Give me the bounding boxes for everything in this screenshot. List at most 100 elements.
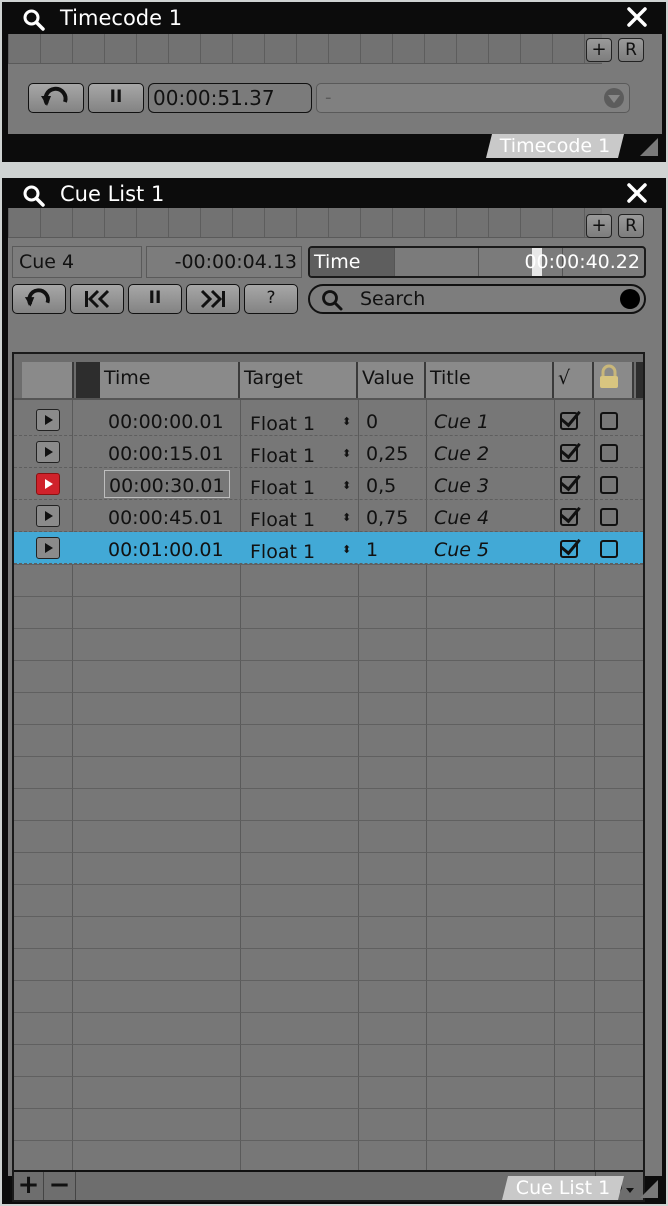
cue-target[interactable]: Float 1	[250, 406, 315, 438]
column-header-time[interactable]: Time	[100, 362, 240, 398]
table-row[interactable]: 00:00:45.01 Float 1 ⬍ 0,75 Cue 4	[14, 500, 643, 532]
cue-time[interactable]: 00:00:45.01	[108, 500, 224, 532]
enabled-checkbox[interactable]	[560, 476, 578, 494]
search-icon[interactable]	[22, 184, 46, 208]
cue-title[interactable]: Cue 2	[434, 436, 489, 468]
table-row[interactable]: 00:00:30.01 Float 1 ⬍ 0,5 Cue 3	[14, 468, 643, 500]
timecode-titlebar: Timecode 1	[2, 2, 666, 34]
lock-checkbox[interactable]	[600, 412, 618, 430]
stepper-icon[interactable]: ⬍	[342, 468, 351, 500]
rewind-icon	[24, 288, 50, 307]
cue-time[interactable]: 00:00:00.01	[108, 404, 224, 436]
pin-strip[interactable]	[8, 34, 602, 64]
cue-footer-tab[interactable]: Cue List 1	[502, 1176, 624, 1200]
column-header-lock[interactable]	[594, 362, 634, 398]
lock-checkbox[interactable]	[600, 444, 618, 462]
table-row-selected[interactable]: 00:01:00.01 Float 1 ⬍ 1 Cue 5	[14, 532, 643, 564]
add-pin-button[interactable]: +	[586, 214, 612, 238]
previous-cue-button[interactable]	[70, 284, 124, 314]
search-clear-icon[interactable]	[620, 289, 640, 309]
current-cue-label: Cue 4	[12, 246, 142, 278]
skip-back-icon	[85, 289, 110, 309]
enabled-checkbox[interactable]	[560, 540, 578, 558]
cue-value[interactable]: 0,5	[366, 468, 396, 500]
cue-target[interactable]: Float 1	[250, 534, 315, 566]
lock-checkbox[interactable]	[600, 540, 618, 558]
table-row[interactable]: 00:00:00.01 Float 1 ⬍ 0 Cue 1	[14, 404, 643, 436]
cue-title[interactable]: Cue 4	[434, 500, 489, 532]
stepper-icon[interactable]: ⬍	[342, 500, 351, 532]
column-header-handle[interactable]	[22, 362, 74, 398]
cue-target[interactable]: Float 1	[250, 438, 315, 470]
rewind-button[interactable]	[28, 83, 84, 113]
panel-title: Cue List 1	[60, 182, 165, 206]
pause-icon: II	[148, 288, 162, 308]
close-icon[interactable]	[626, 6, 648, 28]
column-header-target[interactable]: Target	[240, 362, 358, 398]
reset-button[interactable]: R	[618, 214, 644, 238]
cue-list-panel: Cue List 1 + R Cue 4 -00:00:04.13 Time 0…	[2, 178, 666, 1204]
cue-title[interactable]: Cue 1	[434, 404, 489, 436]
lock-checkbox[interactable]	[600, 476, 618, 494]
search-icon[interactable]	[22, 8, 46, 32]
stepper-icon[interactable]: ⬍	[342, 436, 351, 468]
play-cue-button-active[interactable]	[36, 473, 60, 495]
search-icon	[322, 290, 343, 311]
play-cue-button[interactable]	[36, 505, 60, 527]
cue-target[interactable]: Float 1	[250, 470, 315, 502]
skip-forward-icon	[200, 289, 225, 309]
timecode-source-select[interactable]: -	[316, 83, 630, 113]
cue-value[interactable]: 0	[366, 404, 378, 436]
timecode-body: + R II 00:00:51.37 -	[8, 34, 662, 134]
enabled-checkbox[interactable]	[560, 412, 578, 430]
table-row[interactable]: 00:00:15.01 Float 1 ⬍ 0,25 Cue 2	[14, 436, 643, 468]
column-header-end	[636, 362, 643, 398]
cue-time[interactable]: 00:01:00.01	[108, 532, 224, 564]
table-header: Time Target Value Title √	[14, 354, 643, 400]
search-field[interactable]: Search	[308, 284, 646, 314]
cue-value[interactable]: 0,75	[366, 500, 408, 532]
cue-title[interactable]: Cue 5	[434, 532, 489, 564]
pause-button[interactable]: II	[88, 83, 144, 113]
cue-time[interactable]: 00:00:15.01	[108, 436, 224, 468]
remove-cue-button[interactable]: −	[44, 1172, 76, 1200]
resize-grip-icon[interactable]	[640, 138, 658, 156]
column-header-enabled[interactable]: √	[554, 362, 594, 398]
play-cue-button[interactable]	[36, 441, 60, 463]
next-cue-button[interactable]	[186, 284, 240, 314]
panel-title: Timecode 1	[60, 6, 183, 30]
column-header-title[interactable]: Title	[426, 362, 554, 398]
cue-target[interactable]: Float 1	[250, 502, 315, 534]
pin-strip[interactable]	[8, 208, 602, 238]
cue-titlebar: Cue List 1	[2, 178, 666, 210]
resize-grip-icon[interactable]	[640, 1180, 658, 1198]
column-header-value[interactable]: Value	[358, 362, 426, 398]
time-slider-label: Time	[314, 251, 361, 273]
search-placeholder: Search	[360, 288, 426, 310]
empty-rows	[14, 564, 643, 1170]
enabled-checkbox[interactable]	[560, 444, 578, 462]
cue-time[interactable]: 00:00:30.01	[104, 470, 230, 498]
slider-divider	[394, 248, 395, 276]
cue-value[interactable]: 0,25	[366, 436, 408, 468]
add-cue-button[interactable]: +	[14, 1172, 44, 1200]
stepper-icon[interactable]: ⬍	[342, 404, 351, 436]
play-cue-button[interactable]	[36, 537, 60, 559]
help-button[interactable]: ?	[244, 284, 298, 314]
time-slider[interactable]: Time 00:00:40.22	[308, 246, 646, 278]
play-cue-button[interactable]	[36, 409, 60, 431]
timecode-field[interactable]: 00:00:51.37	[148, 83, 312, 113]
lock-checkbox[interactable]	[600, 508, 618, 526]
stepper-icon[interactable]: ⬍	[342, 532, 351, 564]
countdown-label: -00:00:04.13	[146, 246, 302, 278]
rewind-button[interactable]	[12, 284, 66, 314]
pause-button[interactable]: II	[128, 284, 182, 314]
close-icon[interactable]	[626, 182, 648, 204]
cue-title[interactable]: Cue 3	[434, 468, 489, 500]
enabled-checkbox[interactable]	[560, 508, 578, 526]
select-value: -	[325, 87, 332, 108]
cue-value[interactable]: 1	[366, 532, 378, 564]
reset-button[interactable]: R	[618, 38, 644, 62]
timecode-footer-tab[interactable]: Timecode 1	[486, 134, 624, 158]
add-pin-button[interactable]: +	[586, 38, 612, 62]
